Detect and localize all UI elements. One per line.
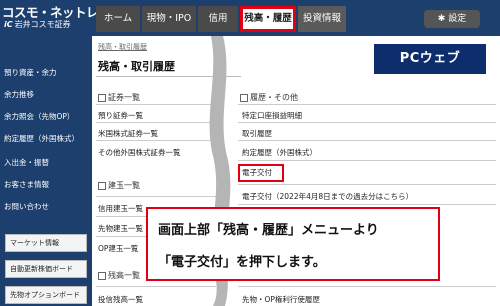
sidebar: 預り資産・余力 余力推移 余力照会（先物OP） 約定履歴（外国株式） 入出金・振… xyxy=(0,36,92,306)
sidebar-item-contact[interactable]: お問い合わせ xyxy=(0,196,92,218)
square-icon xyxy=(240,93,248,102)
section-history-other: 履歴・その他 xyxy=(240,92,298,103)
square-icon xyxy=(98,271,106,280)
settings-label: 設定 xyxy=(448,14,467,24)
market-info-button[interactable]: マーケット情報 xyxy=(5,234,87,252)
link-electronic-delivery-past[interactable]: 電子交付（2022年4月8日までの過去分はこちら） xyxy=(242,191,413,202)
section-balance-list: 残高一覧 xyxy=(98,270,140,281)
tab-investment-info[interactable]: 投資情報 xyxy=(298,6,346,32)
tab-balance-history[interactable]: 残高・履歴 xyxy=(240,6,296,32)
divider xyxy=(238,104,496,105)
breadcrumb[interactable]: 残高・取引履歴 xyxy=(98,42,147,52)
link-fund-balance[interactable]: 投信残高一覧 xyxy=(98,294,143,305)
sidebar-item-deposit-transfer[interactable]: 入出金・振替 xyxy=(0,152,92,174)
instruction-callout: 画面上部「残高・履歴」メニューより 「電子交付」を押下します。 xyxy=(146,207,440,281)
divider xyxy=(238,140,496,141)
callout-line-2: 「電子交付」を押下します。 xyxy=(158,255,326,270)
section-securities-list: 証券一覧 xyxy=(98,92,140,103)
section-positions-list: 建玉一覧 xyxy=(98,180,140,191)
settings-button[interactable]: ✱ 設定 xyxy=(424,10,480,28)
callout-line-1: 画面上部「残高・履歴」メニューより xyxy=(158,223,379,238)
section-history-label: 履歴・その他 xyxy=(250,93,298,102)
sidebar-item-capacity-futures[interactable]: 余力照会（先物OP） xyxy=(0,106,92,128)
page-title: 残高・取引履歴 xyxy=(98,60,175,73)
link-futures-positions[interactable]: 先物建玉一覧 xyxy=(98,223,143,234)
logo-mark: iC xyxy=(4,20,13,29)
link-electronic-delivery[interactable]: 電子交付 xyxy=(242,167,272,178)
section-securities-label: 証券一覧 xyxy=(108,93,140,102)
section-balance-label: 残高一覧 xyxy=(108,271,140,280)
gear-icon: ✱ xyxy=(437,14,446,24)
divider xyxy=(238,184,496,185)
sidebar-item-customer-info[interactable]: お客さま情報 xyxy=(0,174,92,196)
sidebar-item-capacity-trend[interactable]: 余力推移 xyxy=(0,84,92,106)
link-trade-history[interactable]: 取引履歴 xyxy=(242,128,272,139)
link-foreign-execution-history[interactable]: 約定履歴（外国株式） xyxy=(242,147,317,158)
futures-options-board-button[interactable]: 先物オプションボード xyxy=(5,286,87,304)
square-icon xyxy=(98,181,106,190)
link-specific-account-pl[interactable]: 特定口座損益明細 xyxy=(242,110,302,121)
brand-logo[interactable]: コスモ・ネットレ iC 岩井コスモ証券 xyxy=(2,0,99,36)
divider xyxy=(238,160,496,161)
tab-margin[interactable]: 信用 xyxy=(198,6,238,32)
link-op-positions[interactable]: OP建玉一覧 xyxy=(98,243,138,254)
auto-price-board-button[interactable]: 自動更新株価ボード xyxy=(5,260,87,278)
link-other-foreign-securities[interactable]: その他外国株式証券一覧 xyxy=(98,147,181,158)
logo-company-name: 岩井コスモ証券 xyxy=(14,20,71,29)
tab-home[interactable]: ホーム xyxy=(96,6,140,32)
sidebar-item-foreign-execution[interactable]: 約定履歴（外国株式） xyxy=(0,128,92,150)
link-us-stock-securities[interactable]: 米国株式証券一覧 xyxy=(98,128,158,139)
divider xyxy=(238,204,496,205)
link-custody-securities[interactable]: 預り証券一覧 xyxy=(98,110,143,121)
link-margin-positions[interactable]: 信用建玉一覧 xyxy=(98,203,143,214)
link-futures-op-exercise-history[interactable]: 先物・OP権利行使履歴 xyxy=(242,294,320,305)
square-icon xyxy=(98,93,106,102)
divider xyxy=(238,286,496,287)
sidebar-item-assets[interactable]: 預り資産・余力 xyxy=(0,62,92,84)
logo-subtitle: iC 岩井コスモ証券 xyxy=(4,19,71,30)
divider xyxy=(238,122,496,123)
tab-spot-ipo[interactable]: 現物・IPO xyxy=(142,6,196,32)
pc-web-badge: PCウェブ xyxy=(374,44,486,74)
section-positions-label: 建玉一覧 xyxy=(108,181,140,190)
